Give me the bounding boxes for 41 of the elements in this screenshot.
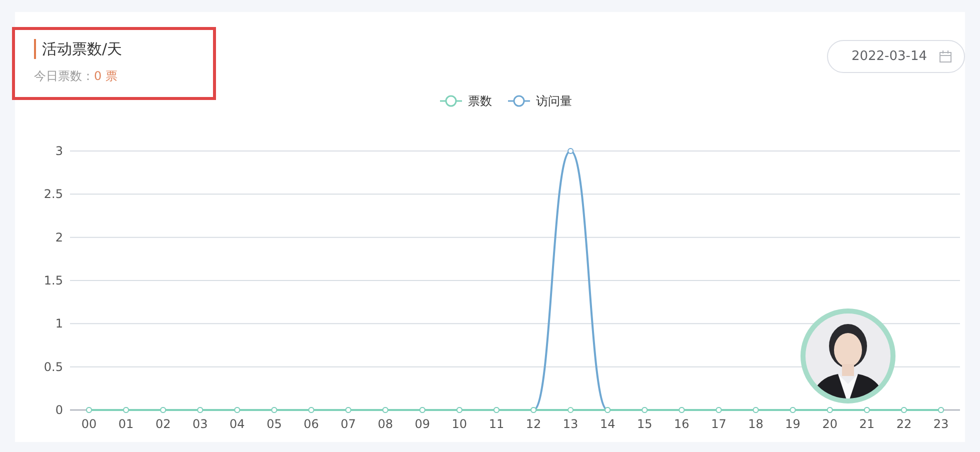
axis-label: 14 — [600, 417, 616, 431]
axis-label: 2 — [55, 230, 63, 244]
axis-label: 13 — [562, 417, 578, 431]
axis-label: 02 — [155, 417, 171, 431]
axis-label: 00 — [81, 417, 97, 431]
axis-label: 1.5 — [44, 274, 63, 288]
axis-label: 2.5 — [44, 187, 63, 202]
axis-label: 15 — [637, 417, 652, 431]
axis-label: 3 — [55, 144, 63, 158]
axis-label: 23 — [933, 417, 949, 431]
axis-label: 0.5 — [44, 360, 63, 374]
axis-label: 06 — [304, 417, 319, 431]
axis-label: 0 — [55, 403, 63, 417]
axis-label: 22 — [896, 417, 912, 431]
axis-label: 01 — [118, 417, 134, 431]
axis-label: 18 — [748, 417, 764, 431]
legend-item[interactable]: 访问量 — [508, 94, 572, 108]
axis-label: 20 — [822, 417, 838, 431]
axis-label: 12 — [526, 417, 542, 431]
axis-label: 03 — [192, 417, 208, 431]
axis-label: 17 — [711, 417, 726, 431]
data-point — [568, 407, 574, 413]
axis-label: 21 — [859, 417, 875, 431]
calendar-icon — [939, 50, 952, 63]
date-picker[interactable]: 2022-03-14 — [827, 40, 965, 73]
axis-label: 08 — [378, 417, 393, 431]
axis-label: 16 — [674, 417, 690, 431]
legend-item[interactable]: 票数 — [440, 94, 492, 108]
axis-label: 07 — [340, 417, 356, 431]
axis-label: 09 — [414, 417, 430, 431]
today-label: 今日票数： — [34, 69, 94, 83]
axis-label: 19 — [785, 417, 800, 431]
axis-label: 05 — [266, 417, 282, 431]
legend-label: 票数 — [468, 94, 492, 108]
axis-label: 04 — [230, 417, 245, 431]
legend-label: 访问量 — [536, 94, 572, 108]
card-title: 活动票数/天 — [34, 39, 213, 59]
axis-label: 11 — [488, 417, 504, 431]
today-value: 0 票 — [94, 69, 118, 83]
axis-label: 10 — [452, 417, 468, 431]
axis-label: 1 — [55, 316, 63, 331]
